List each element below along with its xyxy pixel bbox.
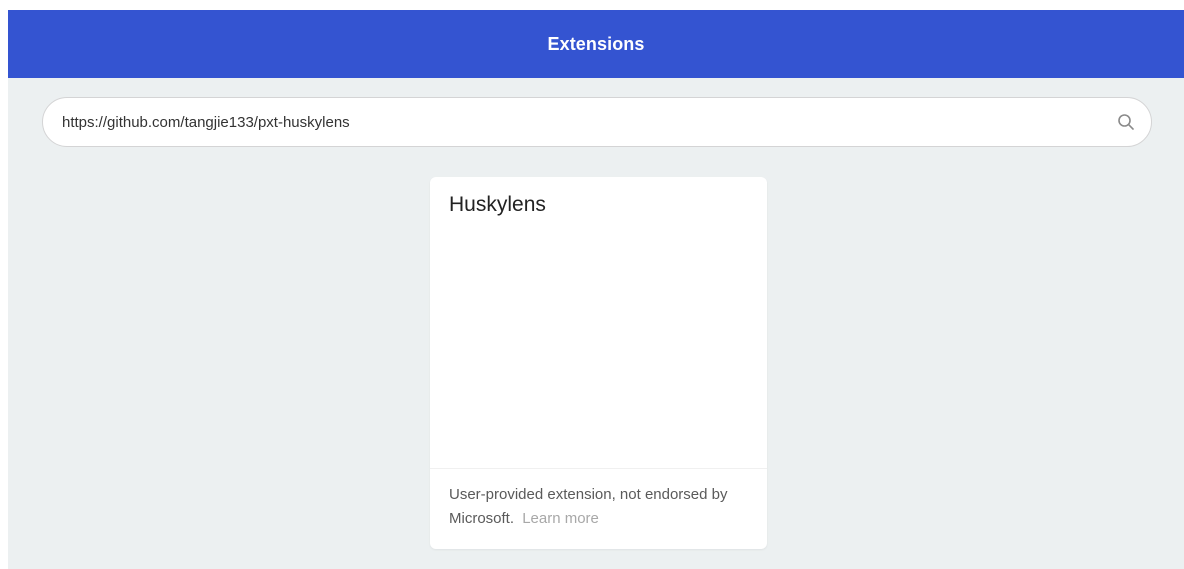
search-bar [42, 97, 1152, 147]
dialog-header: Extensions [8, 10, 1184, 78]
search-input[interactable] [42, 97, 1152, 147]
card-divider [430, 468, 767, 469]
extension-card-footer: User-provided extension, not endorsed by… [449, 483, 753, 531]
search-icon[interactable] [1117, 113, 1135, 131]
extension-card[interactable]: Huskylens User-provided extension, not e… [430, 177, 767, 549]
extensions-dialog: Extensions Huskylens User-provided exten… [8, 10, 1184, 569]
extension-card-title: Huskylens [449, 193, 546, 216]
dialog-title: Extensions [547, 33, 645, 54]
learn-more-link[interactable]: Learn more [522, 510, 599, 527]
